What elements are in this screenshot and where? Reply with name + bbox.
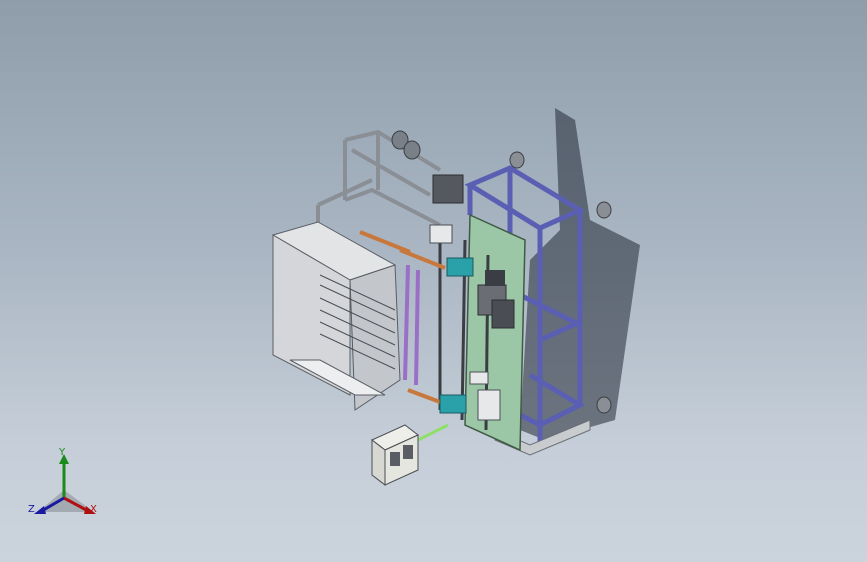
control-box[interactable] bbox=[371, 424, 419, 487]
axis-x-label: X bbox=[90, 504, 97, 515]
caster-wheels-top bbox=[391, 130, 421, 160]
axis-y-label: Y bbox=[59, 447, 66, 458]
coordinate-triad: Y Z X bbox=[24, 448, 108, 528]
sensor-beam bbox=[417, 423, 449, 442]
upper-carriage-frame[interactable] bbox=[316, 129, 442, 245]
axis-z-label: Z bbox=[28, 504, 35, 515]
linear-guides[interactable] bbox=[403, 264, 420, 386]
housing-box[interactable] bbox=[271, 221, 401, 411]
triad-axes bbox=[34, 454, 96, 514]
cad-model-assembly[interactable] bbox=[0, 0, 867, 562]
graphics-viewport[interactable]: Y Z X bbox=[0, 0, 867, 562]
